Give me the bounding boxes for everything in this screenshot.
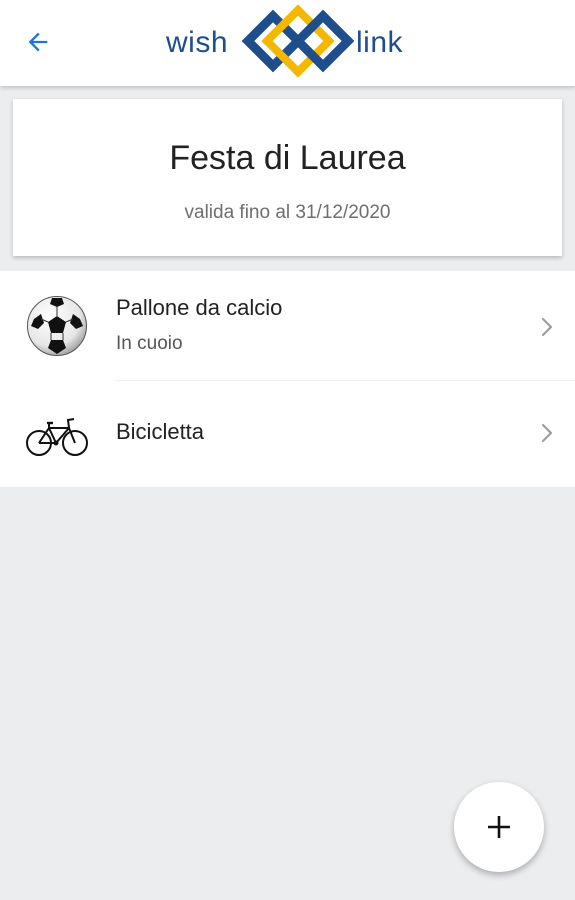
- logo-word-wish: wish: [166, 26, 229, 59]
- wish-list: Pallone da calcio In cuoio Bicicletta: [0, 271, 575, 487]
- list-item-bicicletta[interactable]: Bicicletta: [0, 381, 575, 487]
- list-item-pallone[interactable]: Pallone da calcio In cuoio: [0, 271, 575, 381]
- wishlist-title: Festa di Laurea: [169, 139, 406, 177]
- soccer-ball-icon: [24, 293, 90, 359]
- item-title: Bicicletta: [116, 419, 205, 444]
- logo-word-link: link: [356, 26, 404, 59]
- app-bar: wish link: [0, 0, 575, 86]
- arrow-left-icon: [28, 32, 48, 52]
- wishlink-logo: wish link: [166, 4, 411, 78]
- chevron-right-icon: [541, 423, 553, 443]
- bicycle-icon: [24, 403, 90, 469]
- plus-icon: [488, 816, 510, 838]
- chevron-right-icon: [541, 317, 553, 337]
- add-item-button[interactable]: [454, 782, 544, 872]
- wishlist-validity: valida fino al 31/12/2020: [184, 202, 391, 223]
- wishlist-header-card: Festa di Laurea valida fino al 31/12/202…: [13, 99, 562, 256]
- back-button[interactable]: [16, 22, 60, 62]
- item-subtitle: In cuoio: [116, 333, 183, 354]
- item-title: Pallone da calcio: [116, 295, 283, 320]
- interlocking-diamonds-logo-icon: [242, 4, 354, 78]
